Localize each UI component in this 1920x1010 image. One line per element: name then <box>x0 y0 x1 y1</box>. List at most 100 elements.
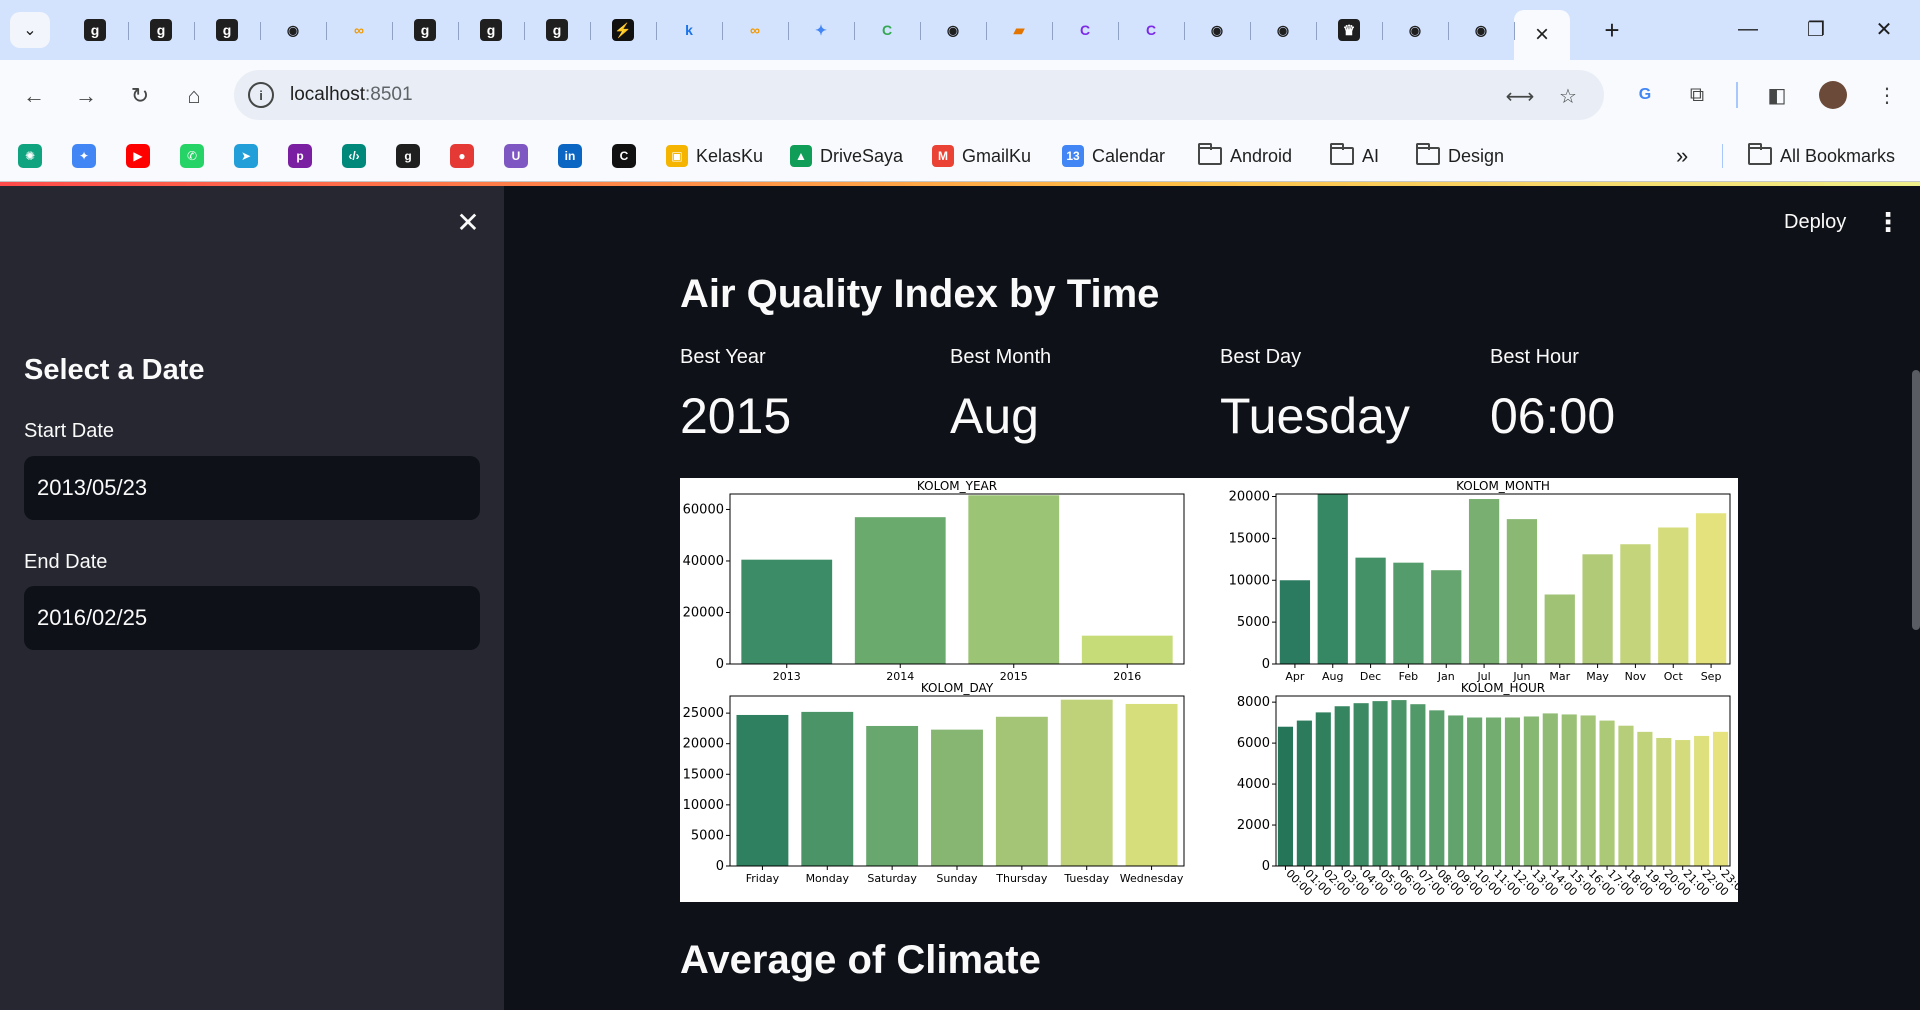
browser-tab[interactable]: ▰ <box>986 10 1052 50</box>
code-icon[interactable]: ‹/› <box>342 144 366 168</box>
folder-icon <box>1748 143 1772 165</box>
deploy-button[interactable]: Deploy <box>1774 204 1856 240</box>
chart-title: KOLOM_YEAR <box>917 479 997 493</box>
browser-tab[interactable]: C <box>854 10 920 50</box>
bookmark-drivesaya[interactable]: ▲ DriveSaya <box>790 140 903 172</box>
url-text: localhost:8501 <box>290 84 413 105</box>
telegram-icon[interactable]: ➤ <box>234 144 258 168</box>
browser-tab[interactable]: g <box>194 10 260 50</box>
x-tick-label: Oct <box>1664 670 1684 683</box>
end-date-input[interactable] <box>24 586 480 650</box>
c-swirl-icon: C <box>881 22 893 38</box>
u-icon[interactable]: U <box>504 144 528 168</box>
browser-tab[interactable]: ∞ <box>722 10 788 50</box>
g-icon[interactable]: g <box>396 144 420 168</box>
translate-icon[interactable]: ⟷ <box>1506 82 1535 110</box>
close-icon: ✕ <box>1875 18 1893 41</box>
browser-tab[interactable]: ◉ <box>260 10 326 50</box>
browser-tab[interactable]: ⚡ <box>590 10 656 50</box>
browser-tab[interactable]: C <box>1118 10 1184 50</box>
browser-menu-icon[interactable]: ⋮ <box>1870 78 1904 112</box>
browser-tab[interactable]: ♛ <box>1316 10 1382 50</box>
translate-extension-icon[interactable]: G <box>1628 78 1662 112</box>
chart-title: KOLOM_MONTH <box>1456 479 1550 493</box>
close-window-button[interactable]: ✕ <box>1864 14 1904 44</box>
restore-button[interactable]: ❐ <box>1796 14 1836 44</box>
x-tick-label: Sunday <box>936 872 978 885</box>
gmailku-icon: M <box>932 145 954 167</box>
reload-button[interactable]: ↻ <box>122 78 158 114</box>
chart-title: KOLOM_DAY <box>921 681 994 695</box>
browser-tab[interactable]: g <box>62 10 128 50</box>
browser-tab[interactable]: g <box>128 10 194 50</box>
tab-search-button[interactable]: ⌄ <box>10 12 50 48</box>
forward-button[interactable]: → <box>68 78 104 114</box>
browser-tab[interactable]: ✦ <box>788 10 854 50</box>
chart-bar <box>1431 570 1462 664</box>
all-bookmarks-button[interactable]: All Bookmarks <box>1748 140 1895 172</box>
home-button[interactable]: ⌂ <box>176 78 212 114</box>
side-panel-icon[interactable]: ◧ <box>1760 78 1794 112</box>
start-date-input[interactable] <box>24 456 480 520</box>
chart-bar <box>1060 699 1113 866</box>
profile-avatar[interactable] <box>1816 78 1850 112</box>
y-tick-label: 0 <box>1262 657 1270 672</box>
bookmark-label: DriveSaya <box>820 145 904 166</box>
superset-icon[interactable]: ● <box>450 144 474 168</box>
browser-tab[interactable]: g <box>458 10 524 50</box>
close-sidebar-button[interactable]: ✕ <box>452 206 484 238</box>
browser-tab[interactable]: ◉ <box>920 10 986 50</box>
minimize-button[interactable]: — <box>1728 14 1768 44</box>
youtube-icon[interactable]: ▶ <box>126 144 150 168</box>
bookmark-calendar[interactable]: 13 Calendar <box>1062 140 1165 172</box>
chart-bar <box>968 495 1060 664</box>
star-icon[interactable]: ☆ <box>1554 82 1582 110</box>
folder-icon <box>1198 143 1222 165</box>
extensions-icon[interactable]: ⧉ <box>1680 78 1714 112</box>
chart-bar <box>854 517 946 664</box>
browser-tab[interactable]: ◉ <box>1382 10 1448 50</box>
book-icon: ▰ <box>1013 21 1025 38</box>
app-menu-button[interactable]: ⋮ <box>1870 204 1906 240</box>
c-box-icon[interactable]: C <box>612 144 636 168</box>
browser-tab[interactable]: C <box>1052 10 1118 50</box>
scrollbar[interactable] <box>1912 370 1920 630</box>
y-tick-label: 5000 <box>691 828 724 843</box>
address-bar[interactable]: i localhost:8501 ⟷ ☆ <box>234 70 1604 120</box>
metric-label: Best Month <box>950 346 1052 368</box>
linkedin-icon[interactable]: in <box>558 144 582 168</box>
whatsapp-icon[interactable]: ✆ <box>180 144 204 168</box>
browser-tab[interactable]: ◉ <box>1184 10 1250 50</box>
chart-bar <box>1334 706 1350 866</box>
site-info-icon[interactable]: i <box>248 82 274 108</box>
y-tick-label: 5000 <box>1237 615 1270 630</box>
browser-tab[interactable]: k <box>656 10 722 50</box>
y-tick-label: 2000 <box>1237 818 1270 833</box>
bookmark-design[interactable]: Design <box>1416 140 1504 172</box>
active-tab[interactable]: × <box>1514 10 1570 60</box>
bookmark-kelasku[interactable]: ▣ KelasKu <box>666 140 763 172</box>
bookmark-android[interactable]: Android <box>1198 140 1292 172</box>
new-tab-button[interactable]: + <box>1596 14 1628 46</box>
more-bookmarks-button[interactable]: » <box>1676 140 1688 172</box>
bookmark-ai[interactable]: AI <box>1330 140 1379 172</box>
bookmark-gmailku[interactable]: M GmailKu <box>932 140 1031 172</box>
github-icon: ◉ <box>286 21 300 38</box>
chart-bar <box>1429 710 1445 866</box>
chatgpt-icon[interactable]: ✺ <box>18 144 42 168</box>
browser-tab[interactable]: g <box>524 10 590 50</box>
p-icon[interactable]: p <box>288 144 312 168</box>
all-bookmarks-label: All Bookmarks <box>1780 145 1896 166</box>
close-tab-icon[interactable]: × <box>1535 21 1549 49</box>
gemini-icon[interactable]: ✦ <box>72 144 96 168</box>
browser-tab[interactable]: g <box>392 10 458 50</box>
browser-tab[interactable]: ◉ <box>1250 10 1316 50</box>
browser-tab[interactable]: ∞ <box>326 10 392 50</box>
browser-tab[interactable]: ◉ <box>1448 10 1514 50</box>
g-icon: g <box>546 19 568 41</box>
chart-bar <box>1599 720 1615 866</box>
back-button[interactable]: ← <box>16 78 52 114</box>
chart-bar <box>1393 562 1424 664</box>
metric-value: Tuesday <box>1220 388 1410 444</box>
chevron-down-icon: ⌄ <box>23 22 37 39</box>
